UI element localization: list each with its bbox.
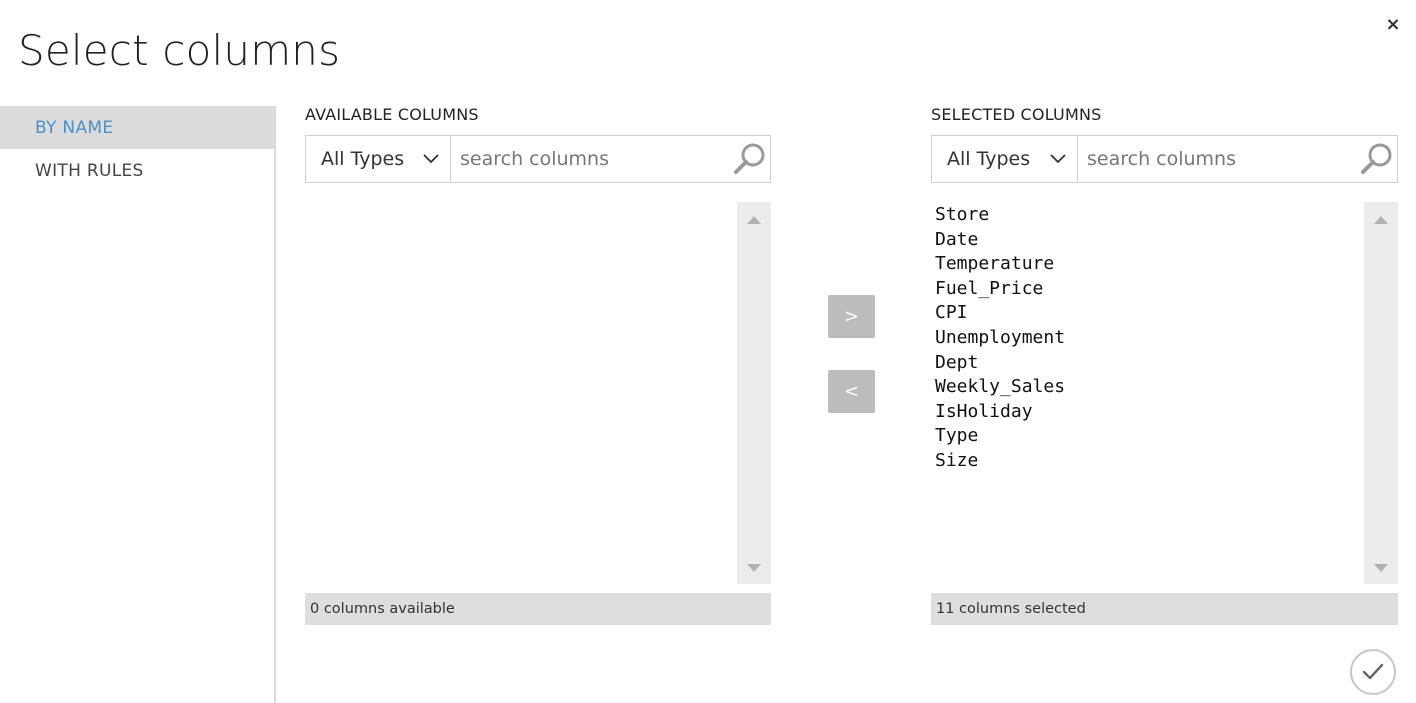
selected-columns-list[interactable]: Store Date Temperature Fuel_Price CPI Unemplo… [931,202,1398,584]
available-scrollbar[interactable] [737,202,771,584]
dialog-title: Select columns [18,26,341,75]
add-column-button[interactable]: > [828,295,875,338]
selected-columns-header: SELECTED COLUMNS [931,105,1102,124]
column-item[interactable]: IsHoliday [935,400,1065,425]
column-item[interactable]: CPI [935,301,1065,326]
chevron-down-icon [423,154,439,164]
column-item[interactable]: Store [935,203,1065,228]
selected-search-box [1077,135,1398,183]
column-item[interactable]: Weekly_Sales [935,375,1065,400]
search-icon[interactable] [1359,141,1395,177]
selected-status: 11 columns selected [931,593,1398,625]
column-item[interactable]: Date [935,228,1065,253]
selected-search-input[interactable] [1087,136,1347,182]
available-search-input[interactable] [460,136,720,182]
column-item[interactable]: Dept [935,351,1065,376]
selected-columns-items: Store Date Temperature Fuel_Price CPI Unemplo… [935,203,1065,474]
checkmark-icon [1362,663,1384,680]
available-type-dropdown[interactable]: All Types [305,135,451,183]
column-item[interactable]: Type [935,424,1065,449]
column-item[interactable]: Size [935,449,1065,474]
sidebar-item-by-name[interactable]: BY NAME [0,106,274,149]
close-button[interactable]: × [1382,14,1404,36]
column-item[interactable]: Unemployment [935,326,1065,351]
selected-scrollbar[interactable] [1364,202,1398,584]
remove-column-button[interactable]: < [828,370,875,413]
sidebar-item-with-rules[interactable]: WITH RULES [0,149,274,192]
available-type-value: All Types [321,148,405,170]
scroll-up-icon[interactable] [1374,216,1388,224]
confirm-button[interactable] [1350,649,1396,695]
selected-type-value: All Types [947,148,1031,170]
column-item[interactable]: Fuel_Price [935,277,1065,302]
scroll-up-icon[interactable] [747,216,761,224]
available-columns-list[interactable] [305,202,771,584]
available-search-box [450,135,771,183]
column-item[interactable]: Temperature [935,252,1065,277]
selected-type-dropdown[interactable]: All Types [931,135,1078,183]
search-icon[interactable] [732,141,768,177]
available-status: 0 columns available [305,593,771,625]
chevron-down-icon [1050,154,1066,164]
available-columns-header: AVAILABLE COLUMNS [305,105,479,124]
scroll-down-icon[interactable] [747,564,761,572]
scroll-down-icon[interactable] [1374,564,1388,572]
mode-sidebar: BY NAME WITH RULES [0,106,276,703]
